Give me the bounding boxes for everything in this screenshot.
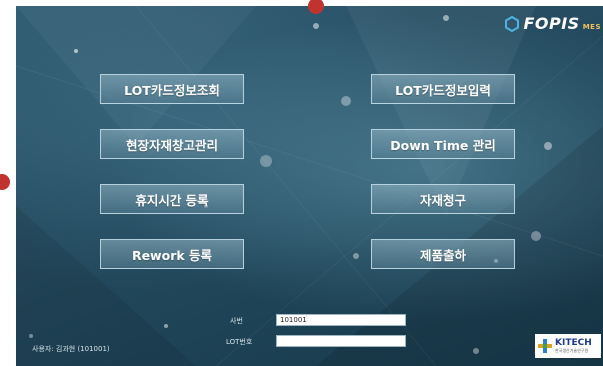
employee-id-label: 사번 — [230, 317, 243, 325]
employee-id-field[interactable] — [276, 314, 406, 326]
kitech-subtitle: 한국생산기술연구원 — [555, 348, 589, 353]
logo-suffix: MES — [582, 22, 601, 31]
downtime-management-button[interactable]: Down Time 관리 — [371, 129, 515, 159]
kitech-logo: KITECH 한국생산기술연구원 — [535, 334, 601, 358]
kitech-mark-icon — [538, 339, 552, 353]
product-shipment-button[interactable]: 제품출하 — [371, 239, 515, 269]
lot-number-field[interactable] — [276, 335, 406, 347]
main-screen: FOPIS MES LOT카드정보조회 LOT카드정보입력 현장자재창고관리 D… — [16, 6, 603, 366]
marker-dot-left — [0, 174, 10, 190]
rest-time-register-button[interactable]: 휴지시간 등록 — [100, 184, 244, 214]
logo-mark-icon — [505, 15, 520, 32]
rework-register-button[interactable]: Rework 등록 — [100, 239, 244, 269]
logo-text: FOPIS — [523, 14, 580, 33]
site-material-warehouse-button[interactable]: 현장자재창고관리 — [100, 129, 244, 159]
lot-card-inquiry-button[interactable]: LOT카드정보조회 — [100, 74, 244, 104]
material-request-button[interactable]: 자재청구 — [371, 184, 515, 214]
fopis-logo: FOPIS MES — [504, 14, 601, 33]
current-user-info: 사용자: 김과현 (101001) — [32, 345, 110, 353]
lot-number-label: LOT번호 — [226, 338, 253, 346]
kitech-name: KITECH — [555, 338, 592, 348]
lot-card-input-button[interactable]: LOT카드정보입력 — [371, 74, 515, 104]
